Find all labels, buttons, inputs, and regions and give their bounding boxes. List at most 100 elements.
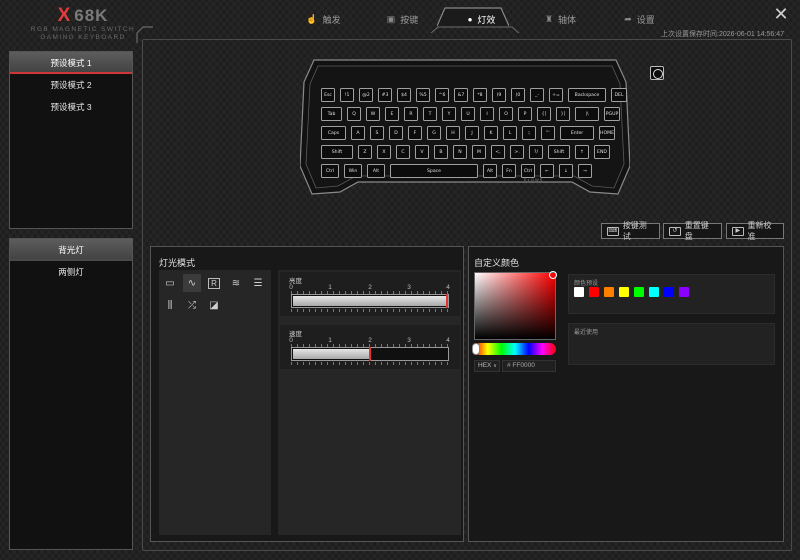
shuffle-icon[interactable]: ⤮ [183,296,201,314]
key[interactable]: HOME [599,126,615,140]
key[interactable]: Enter [560,126,594,140]
key[interactable]: I [480,107,494,121]
key[interactable]: }] [556,107,570,121]
key[interactable]: K [484,126,498,140]
key[interactable]: ← [540,164,554,178]
color-format-select[interactable]: HEX ∨ [474,360,500,372]
key[interactable]: Fn [502,164,516,178]
key[interactable]: Esc [321,88,335,102]
key[interactable]: (9 [492,88,506,102]
key[interactable]: _- [530,88,544,102]
key[interactable]: Ctrl [321,164,339,178]
zone-item-side-lights[interactable]: 两侧灯 [10,261,132,283]
key[interactable]: X [377,145,391,159]
profile-item-3[interactable]: 预设模式 3 [10,96,132,118]
color-preset-swatch[interactable] [574,287,584,297]
saturation-value-picker[interactable] [474,272,556,340]
key[interactable]: $4 [397,88,411,102]
key[interactable]: B [434,145,448,159]
key[interactable]: Win [344,164,362,178]
color-preset-swatch[interactable] [619,287,629,297]
key[interactable]: #3 [378,88,392,102]
key[interactable]: ^6 [435,88,449,102]
color-preset-swatch[interactable] [604,287,614,297]
brightness-handle[interactable] [446,294,448,308]
tab-keys[interactable]: ▣ 按键 [363,8,442,30]
hue-handle[interactable] [472,343,480,355]
reset-keyboard-button[interactable]: ↺ 重置键盘 [663,221,722,241]
key[interactable]: S [370,126,384,140]
key[interactable]: {[ [537,107,551,121]
key[interactable]: !1 [340,88,354,102]
key[interactable]: PGUP [604,107,620,121]
breathing-wave-icon[interactable]: ∿ [183,274,201,292]
key[interactable]: >. [510,145,524,159]
key[interactable]: Z [358,145,372,159]
color-preset-swatch[interactable] [589,287,599,297]
key[interactable]: Caps [321,126,346,140]
reactive-r-icon[interactable]: R [205,274,223,292]
diagonal-gradient-icon[interactable]: ◪ [205,296,223,314]
equalizer-icon[interactable]: ⫼ [161,296,179,314]
recalibrate-button[interactable]: ▶ 重新校准 [726,221,784,241]
key[interactable]: U [461,107,475,121]
color-preset-swatch[interactable] [634,287,644,297]
key[interactable]: :; [522,126,536,140]
key[interactable]: )0 [511,88,525,102]
key[interactable]: ?/ [529,145,543,159]
key[interactable]: %5 [416,88,430,102]
volume-knob[interactable] [650,66,664,80]
key[interactable]: O [499,107,513,121]
brightness-slider[interactable] [291,294,449,308]
color-preset-swatch[interactable] [649,287,659,297]
key[interactable]: <, [491,145,505,159]
key[interactable]: E [385,107,399,121]
key[interactable]: Q [347,107,361,121]
speed-slider[interactable] [291,347,449,361]
key[interactable]: ↑ [575,145,589,159]
key[interactable]: H [446,126,460,140]
key[interactable]: Ctrl [521,164,535,178]
key[interactable]: ↓ [559,164,573,178]
key[interactable]: G [427,126,441,140]
scan-lines-icon[interactable]: ☰ [249,274,267,292]
key-test-button[interactable]: ⌨ 按键测试 [601,221,660,241]
profile-item-1[interactable]: 预设模式 1 [10,52,132,74]
key[interactable]: R [404,107,418,121]
key[interactable]: Alt [367,164,385,178]
color-preset-swatch[interactable] [664,287,674,297]
key[interactable]: W [366,107,380,121]
ripple-waves-icon[interactable]: ≋ [227,274,245,292]
key[interactable]: V [415,145,429,159]
hex-value-input[interactable]: # FF0000 [502,360,556,372]
key[interactable]: Shift [548,145,570,159]
key[interactable]: |\ [575,107,599,121]
key[interactable]: Shift [321,145,353,159]
color-preset-swatch[interactable] [679,287,689,297]
key[interactable]: T [423,107,437,121]
key[interactable]: Backspace [568,88,606,102]
key[interactable]: Y [442,107,456,121]
key[interactable]: Space [390,164,478,178]
key[interactable]: "' [541,126,555,140]
key[interactable]: @2 [359,88,373,102]
key[interactable]: L [503,126,517,140]
key[interactable]: J [465,126,479,140]
static-light-icon[interactable]: ▭ [161,274,179,292]
key[interactable]: DEL [611,88,627,102]
key[interactable]: C [396,145,410,159]
key[interactable]: *8 [473,88,487,102]
tab-settings[interactable]: ➦ 设置 [600,8,679,30]
key[interactable]: P [518,107,532,121]
key[interactable]: → [578,164,592,178]
key[interactable]: M [472,145,486,159]
tab-trigger[interactable]: ☝ 触发 [284,8,363,30]
key[interactable]: A [351,126,365,140]
key[interactable]: F [408,126,422,140]
key[interactable]: D [389,126,403,140]
color-picker-handle[interactable] [549,271,557,279]
speed-handle[interactable] [369,347,371,361]
key[interactable]: Alt [483,164,497,178]
zone-item-backlight[interactable]: 背光灯 [10,239,132,261]
key[interactable]: END [594,145,610,159]
